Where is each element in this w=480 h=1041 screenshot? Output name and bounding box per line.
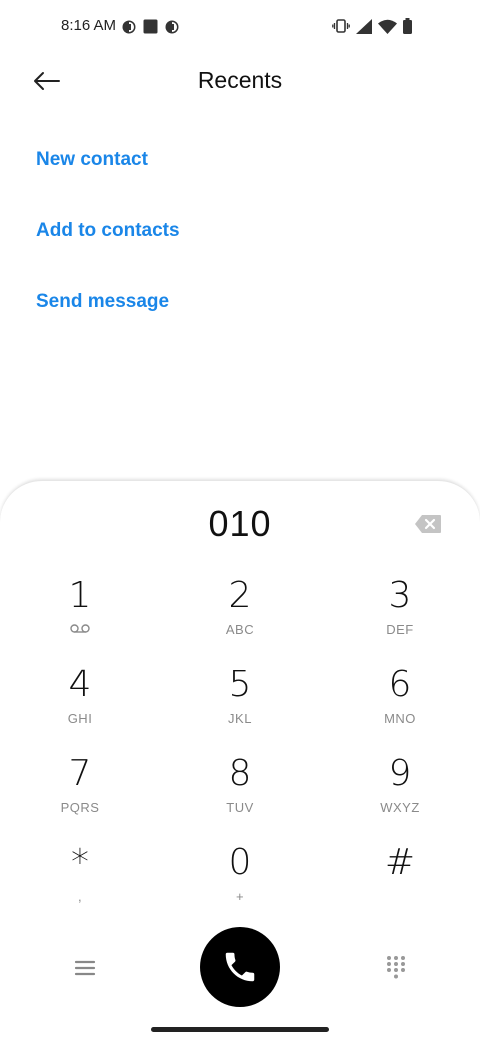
backspace-button[interactable]	[414, 514, 442, 534]
keypad: 1 2 ABC 3 DEF 4 GHI 5 JKL 6 MNO 7 PQRS 8…	[0, 576, 480, 932]
key-digit: 6	[388, 664, 412, 705]
voicemail-icon	[70, 624, 90, 633]
call-button[interactable]	[200, 927, 280, 1007]
dialpad-icon	[387, 956, 405, 979]
dialpad-sheet: 010 1 2 ABC 3 DEF 4 GHI 5 JKL 6 MNO 7 PQ…	[0, 480, 480, 1041]
status-bar: 8:16 AM	[0, 0, 480, 56]
key-7[interactable]: 7 PQRS	[0, 754, 160, 843]
key-digit: 7	[68, 753, 92, 794]
key-3[interactable]: 3 DEF	[320, 576, 480, 665]
menu-icon	[74, 960, 96, 976]
status-time: 8:16 AM	[61, 17, 117, 34]
key-hash[interactable]: #	[320, 843, 480, 932]
phone-icon	[225, 952, 255, 982]
key-digit: 8	[228, 753, 252, 794]
key-letters	[320, 889, 480, 905]
keypad-row: 1 2 ABC 3 DEF	[0, 576, 480, 665]
key-digit: 4	[68, 664, 92, 705]
backspace-icon	[415, 515, 441, 533]
key-5[interactable]: 5 JKL	[160, 665, 320, 754]
app-bar: Recents	[0, 56, 480, 108]
home-indicator[interactable]	[151, 1027, 329, 1032]
status-notification-icons	[122, 19, 179, 34]
contact-actions: New contact Add to contacts Send message	[36, 147, 180, 360]
keypad-row: * , 0 + #	[0, 843, 480, 932]
key-letters: TUV	[226, 800, 254, 815]
key-2[interactable]: 2 ABC	[160, 576, 320, 665]
key-letters: WXYZ	[380, 800, 420, 815]
key-4[interactable]: 4 GHI	[0, 665, 160, 754]
key-6[interactable]: 6 MNO	[320, 665, 480, 754]
key-digit: 1	[68, 575, 92, 616]
page-title: Recents	[197, 67, 283, 93]
key-digit: #	[384, 842, 416, 883]
vibrate-icon	[332, 19, 350, 33]
key-8[interactable]: 8 TUV	[160, 754, 320, 843]
keypad-row: 7 PQRS 8 TUV 9 WXYZ	[0, 754, 480, 843]
key-letters: PQRS	[60, 800, 100, 815]
dialpad-toggle-button[interactable]	[385, 955, 407, 981]
send-message-link[interactable]: Send message	[36, 289, 180, 360]
key-digit: 2	[228, 575, 252, 616]
status-system-icons	[332, 18, 412, 34]
key-letters: MNO	[384, 711, 416, 726]
notification-icon-1	[122, 20, 136, 33]
key-digit: 3	[388, 575, 412, 616]
key-letters: ABC	[225, 622, 255, 637]
key-letters: GHI	[67, 711, 93, 726]
key-digit: 5	[228, 664, 252, 705]
keypad-row: 4 GHI 5 JKL 6 MNO	[0, 665, 480, 754]
key-9[interactable]: 9 WXYZ	[320, 754, 480, 843]
key-letters: ,	[77, 889, 83, 904]
key-letters: +	[235, 889, 245, 904]
battery-icon	[403, 18, 412, 34]
dialed-number: 010	[208, 503, 272, 544]
menu-button[interactable]	[72, 956, 98, 980]
notification-icon-2	[165, 20, 179, 33]
key-digit: *	[71, 842, 89, 883]
key-1[interactable]: 1	[0, 576, 160, 665]
notification-square-icon	[143, 19, 158, 34]
key-letters: DEF	[386, 622, 414, 637]
cell-signal-icon	[356, 18, 372, 34]
key-digit: 9	[388, 753, 412, 794]
add-to-contacts-link[interactable]: Add to contacts	[36, 218, 180, 289]
wifi-icon	[378, 19, 397, 34]
key-letters: JKL	[228, 711, 252, 726]
key-0[interactable]: 0 +	[160, 843, 320, 932]
key-digit: 0	[228, 842, 252, 883]
new-contact-link[interactable]: New contact	[36, 147, 180, 218]
key-star[interactable]: * ,	[0, 843, 160, 932]
